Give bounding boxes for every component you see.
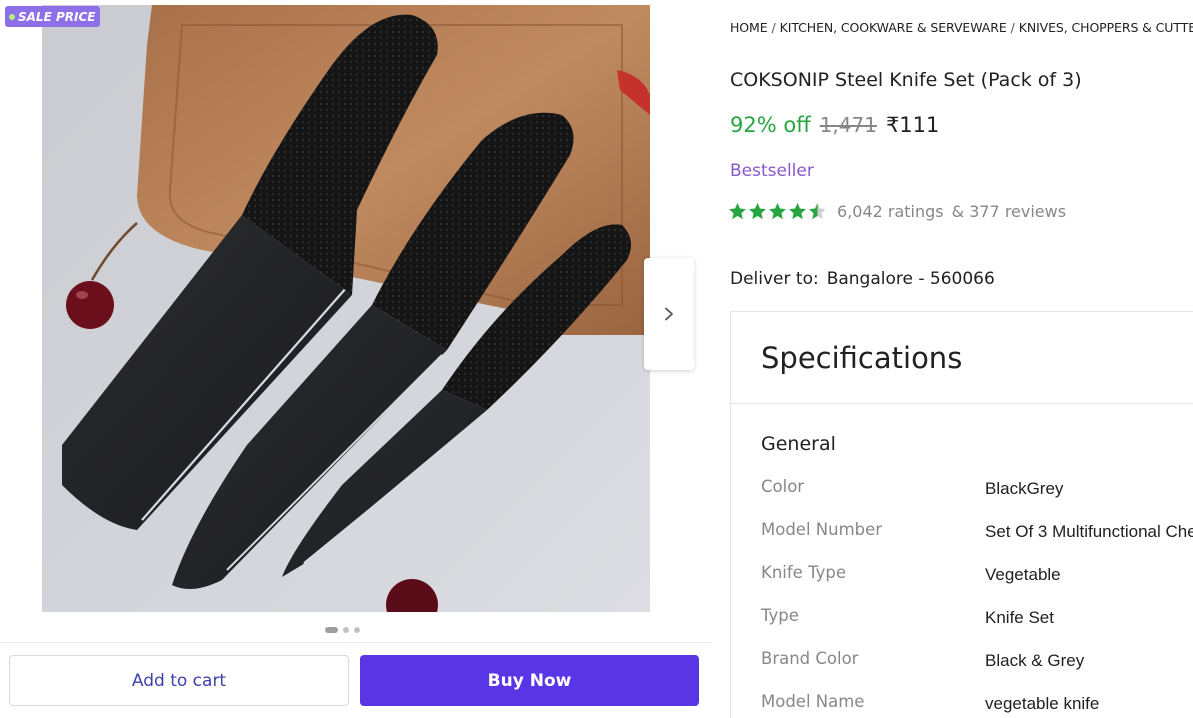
spec-key: Model Name [761,692,865,711]
sale-badge: SALE PRICE [5,6,101,27]
reviews-count: & 377 reviews [951,202,1067,221]
spec-value: Set Of 3 Multifunctional Chef Knife [985,522,1193,541]
spec-row: Knife Type Vegetable [761,558,1193,601]
spec-value: Knife Set [985,608,1054,627]
rating-row[interactable]: 6,042 ratings & 377 reviews [728,202,1066,221]
spec-value: Black & Grey [985,651,1085,670]
spec-row: Type Knife Set [761,601,1193,644]
discount-percent: 92% off [730,113,811,137]
star-icon [749,203,766,220]
star-icon [769,203,786,220]
carousel-dot-3[interactable] [354,627,360,633]
spec-row: Brand Color Black & Grey [761,644,1193,687]
selling-price: ₹111 [885,113,940,137]
specifications-header[interactable]: Specifications [731,312,1193,404]
deliver-pincode: Bangalore - 560066 [826,269,995,289]
spec-row: Model Name vegetable knife [761,687,1193,718]
add-to-cart-button[interactable]: Add to cart [9,655,349,706]
spec-key: Model Number [761,520,883,539]
breadcrumb-kitchen[interactable]: KITCHEN, COOKWARE & SERVEWARE [780,20,1007,35]
spec-row: Color BlackGrey [761,472,1193,515]
star-icon [789,203,806,220]
specifications-title: Specifications [761,340,963,375]
deliver-label: Deliver to: [730,269,819,289]
specifications-card: Specifications General Color BlackGrey Mod… [730,311,1193,718]
spec-table: Color BlackGrey Model Number Set Of 3 Multi… [761,472,1193,718]
spec-group-title: General [761,433,836,455]
spec-value: Vegetable [985,565,1061,584]
chevron-right-icon [665,307,673,321]
buy-now-button[interactable]: Buy Now [360,655,699,706]
product-image[interactable] [42,5,650,612]
star-icon [729,203,746,220]
knife-set-photo [42,5,650,612]
price-row: 92% off 1,471 ₹111 [730,113,939,137]
sale-badge-label: SALE PRICE [18,9,96,24]
bestseller-tag: Bestseller [730,161,814,181]
original-price: 1,471 [819,113,877,137]
product-title: COKSONIP Steel Knife Set (Pack of 3) [730,69,1082,91]
ratings-count: 6,042 ratings [837,202,944,221]
breadcrumb-knives[interactable]: KNIVES, CHOPPERS & CUTTERS [1019,20,1193,35]
sale-dot-icon [9,13,15,20]
carousel-dot-2[interactable] [343,627,349,633]
spec-key: Type [761,606,799,625]
carousel-dot-1[interactable] [325,627,338,633]
action-bar: Add to cart Buy Now [0,642,712,718]
carousel-dots [325,627,360,633]
spec-key: Brand Color [761,649,859,668]
breadcrumb-home[interactable]: HOME [730,20,768,35]
star-icon [809,203,826,220]
spec-value: vegetable knife [985,694,1100,713]
product-gallery: SALE PRICE Add to cart Buy Now [0,0,712,718]
product-details: HOME / KITCHEN, COOKWARE & SERVEWARE / KNIVE… [712,0,1193,718]
star-rating [728,202,827,221]
spec-value: BlackGrey [985,479,1064,498]
spec-row: Model Number Set Of 3 Multifunctional Che… [761,515,1193,558]
next-image-button[interactable] [644,258,694,370]
spec-key: Knife Type [761,563,846,582]
delivery-location[interactable]: Deliver to: Bangalore - 560066 [730,269,995,289]
breadcrumb: HOME / KITCHEN, COOKWARE & SERVEWARE / KNIVE… [730,20,1193,35]
spec-key: Color [761,477,805,496]
